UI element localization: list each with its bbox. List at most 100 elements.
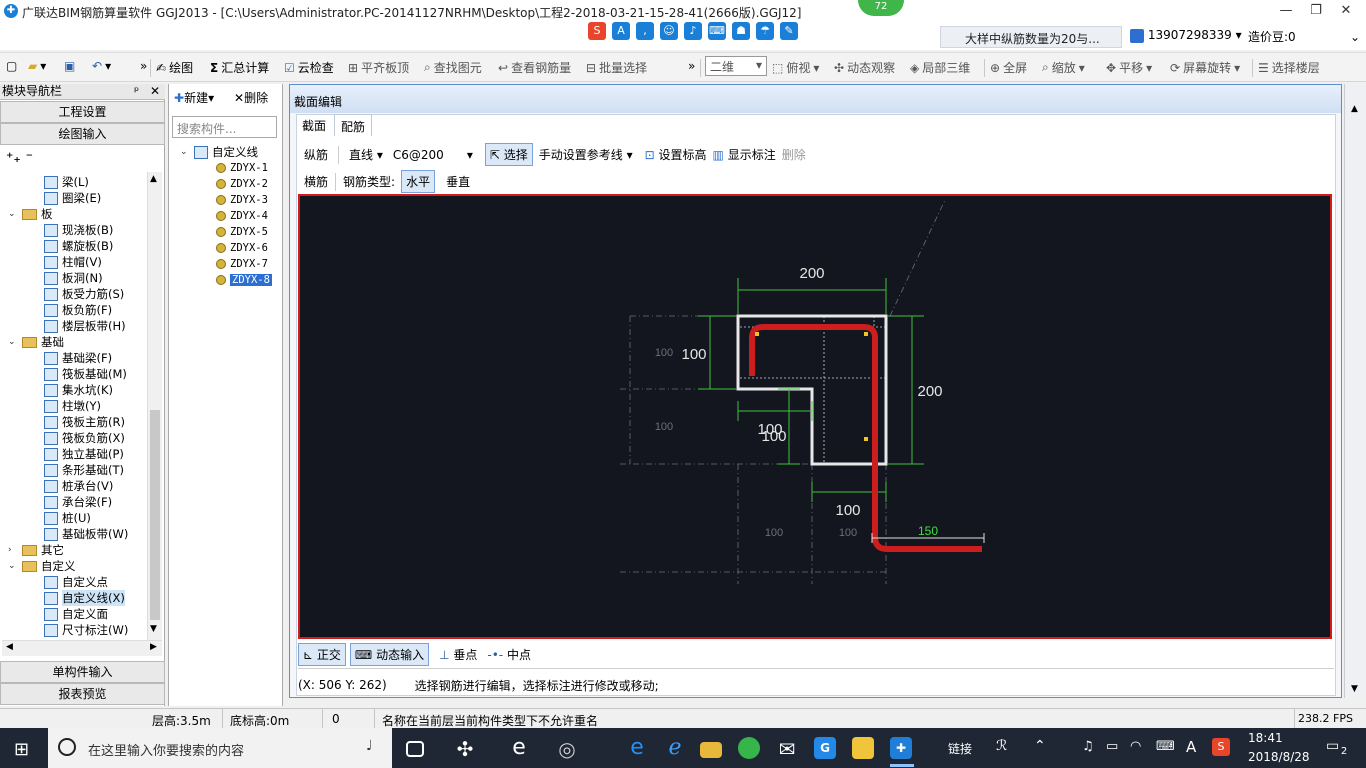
minimize-button[interactable]: — bbox=[1276, 2, 1296, 20]
open-folder-icon[interactable]: ▰ ▾ bbox=[28, 59, 46, 73]
task-view-icon[interactable] bbox=[406, 741, 424, 757]
tree-item[interactable]: 筏板基础(M) bbox=[44, 366, 127, 382]
keyboard-icon[interactable]: ⌨ bbox=[708, 22, 726, 40]
people-icon[interactable]: ℛ bbox=[996, 738, 1007, 754]
midpoint-snap-button[interactable]: -•- 中点 bbox=[487, 646, 531, 663]
tab-section[interactable]: 截面 bbox=[296, 114, 332, 136]
keyboard-icon[interactable]: ⌨ bbox=[1156, 739, 1175, 754]
close-button[interactable]: ✕ bbox=[1336, 2, 1356, 20]
project-settings-button[interactable]: 工程设置 bbox=[0, 101, 165, 123]
dynamic-input-button[interactable]: ⌨ 动态输入 bbox=[349, 643, 430, 666]
collapse-icon[interactable]: ⌄ bbox=[8, 337, 18, 347]
taskbar-search[interactable]: 在这里输入你要搜索的内容 ♩ bbox=[48, 728, 392, 768]
tree-item[interactable]: 基础梁(F) bbox=[44, 350, 112, 366]
tree-item[interactable]: 楼层板带(H) bbox=[44, 318, 126, 334]
select-tool-button[interactable]: ⇱ 选择 bbox=[484, 143, 533, 166]
fullscreen-button[interactable]: ⊕ 全屏 bbox=[990, 59, 1027, 76]
tree-folder[interactable]: ⌄ 自定义 bbox=[8, 558, 76, 574]
top-view-button[interactable]: ⬚ 俯视 ▾ bbox=[772, 59, 819, 76]
component-search-input[interactable]: 搜索构件... bbox=[172, 116, 277, 138]
rotate-screen-button[interactable]: ⟳ 屏幕旋转 ▾ bbox=[1170, 59, 1240, 76]
new-component-button[interactable]: ✚ 新建 ▾ bbox=[174, 89, 214, 106]
ime-indicator[interactable]: A bbox=[1186, 738, 1196, 756]
find-element-button[interactable]: ⌕ 查找图元 bbox=[424, 59, 482, 76]
more-icon[interactable]: » bbox=[688, 59, 695, 73]
zoom-button[interactable]: ⌕ 缩放 ▾ bbox=[1042, 59, 1085, 76]
sogou-tray-icon[interactable]: S bbox=[1212, 738, 1230, 756]
scroll-right-icon[interactable]: ▶ bbox=[150, 642, 157, 652]
tree-item[interactable]: 自定义面 bbox=[44, 606, 108, 622]
sogou-icon[interactable]: S bbox=[588, 22, 606, 40]
microphone-icon[interactable]: ♩ bbox=[366, 738, 373, 754]
tree-item[interactable]: 筏板负筋(X) bbox=[44, 430, 125, 446]
save-icon[interactable]: ▣ bbox=[64, 59, 75, 73]
tree-item[interactable]: 柱帽(V) bbox=[44, 254, 102, 270]
undo-icon[interactable]: ↶ ▾ bbox=[92, 59, 111, 73]
tree-hscrollbar[interactable]: ◀ ▶ bbox=[2, 640, 162, 656]
batch-select-button[interactable]: ⊟ 批量选择 bbox=[586, 59, 647, 76]
dim-text[interactable]: 200 bbox=[917, 383, 942, 400]
tree-item[interactable]: 柱墩(Y) bbox=[44, 398, 101, 414]
scroll-down-icon[interactable]: ▼ bbox=[150, 624, 157, 634]
expand-all-icon[interactable]: ⁺₊ ⁻ bbox=[6, 150, 33, 166]
tree-item[interactable]: 条形基础(T) bbox=[44, 462, 124, 478]
collapse-icon[interactable]: ⌄ bbox=[180, 147, 190, 157]
wrench-icon[interactable]: ✎ bbox=[780, 22, 798, 40]
green-app-icon[interactable] bbox=[738, 737, 760, 759]
dim-text[interactable]: 100 bbox=[761, 428, 786, 445]
tree-folder[interactable]: ⌄ 基础 bbox=[8, 334, 64, 350]
scroll-up-icon[interactable]: ▲ bbox=[150, 174, 157, 184]
tree-item[interactable]: 尺寸标注(W) bbox=[44, 622, 128, 638]
clock-time[interactable]: 18:41 bbox=[1248, 731, 1283, 745]
cloud-check-button[interactable]: ☑ 云检查 bbox=[284, 59, 334, 76]
section-drawing[interactable]: 200 100 200 100 100 100 150 100 100 100 … bbox=[300, 196, 1330, 637]
mail-icon[interactable]: ✉ bbox=[776, 737, 798, 761]
tree-item[interactable]: 集水坑(K) bbox=[44, 382, 113, 398]
glodon-app-icon[interactable]: ✚ bbox=[890, 737, 912, 759]
tree-item[interactable]: 基础板带(W) bbox=[44, 526, 128, 542]
ime-mode-icon[interactable]: A bbox=[612, 22, 630, 40]
pinwheel-icon[interactable]: ✣ bbox=[454, 737, 476, 761]
tree-item[interactable]: 螺旋板(B) bbox=[44, 238, 113, 254]
tree-item[interactable]: 筏板主筋(R) bbox=[44, 414, 125, 430]
voice-icon[interactable]: ♪ bbox=[684, 22, 702, 40]
chevron-down-icon[interactable]: ⌄ bbox=[1350, 30, 1360, 44]
tab-rebar[interactable]: 配筋 bbox=[334, 114, 373, 136]
tree-item[interactable]: 桩承台(V) bbox=[44, 478, 113, 494]
tree-item[interactable]: 承台梁(F) bbox=[44, 494, 112, 510]
glodon-g-icon[interactable]: G bbox=[814, 737, 836, 759]
collapse-icon[interactable]: ⌄ bbox=[8, 561, 18, 571]
punctuation-icon[interactable]: , bbox=[636, 22, 654, 40]
notes-icon[interactable] bbox=[852, 737, 874, 759]
view-rebar-button[interactable]: ↩ 查看钢筋量 bbox=[498, 59, 571, 76]
dynamic-observe-button[interactable]: ✣ 动态观察 bbox=[834, 59, 895, 76]
skin-icon[interactable]: ☂ bbox=[756, 22, 774, 40]
wifi-icon[interactable]: ◠ bbox=[1130, 739, 1141, 754]
dim-text-green[interactable]: 150 bbox=[918, 524, 938, 538]
file-explorer-icon[interactable] bbox=[700, 742, 722, 758]
component-item[interactable]: ZDYX-4 bbox=[216, 208, 268, 224]
notice-banner[interactable]: 大样中纵筋数量为20与... bbox=[940, 26, 1122, 48]
scroll-down-icon[interactable]: ▼ bbox=[1351, 684, 1358, 694]
new-file-icon[interactable]: ▢ bbox=[6, 59, 17, 73]
local-3d-button[interactable]: ◈ 局部三维 bbox=[910, 59, 970, 76]
scroll-up-icon[interactable]: ▲ bbox=[1351, 104, 1358, 114]
tree-item-selected[interactable]: 自定义线(X) bbox=[44, 590, 125, 606]
dim-text[interactable]: 100 bbox=[835, 502, 860, 519]
tree-item[interactable]: 板洞(N) bbox=[44, 270, 103, 286]
scroll-left-icon[interactable]: ◀ bbox=[6, 642, 13, 652]
tree-item[interactable]: 板负筋(F) bbox=[44, 302, 112, 318]
edge-icon[interactable]: e bbox=[626, 737, 648, 759]
tree-item[interactable]: 桩(U) bbox=[44, 510, 91, 526]
summary-calc-button[interactable]: Σ 汇总计算 bbox=[210, 59, 269, 76]
edge-browser-icon[interactable]: e bbox=[508, 737, 530, 759]
section-outline[interactable] bbox=[736, 314, 888, 466]
report-preview-button[interactable]: 报表预览 bbox=[0, 683, 165, 705]
dim-text[interactable]: 200 bbox=[799, 265, 824, 282]
rebar-spec-input[interactable]: C6@200 ▾ bbox=[393, 148, 473, 162]
component-item[interactable]: ZDYX-6 bbox=[216, 240, 268, 256]
more-icon[interactable]: » bbox=[140, 59, 147, 73]
expand-icon[interactable]: › bbox=[8, 545, 18, 555]
user-icon[interactable]: ☗ bbox=[732, 22, 750, 40]
tree-item[interactable]: 自定义点 bbox=[44, 574, 108, 590]
